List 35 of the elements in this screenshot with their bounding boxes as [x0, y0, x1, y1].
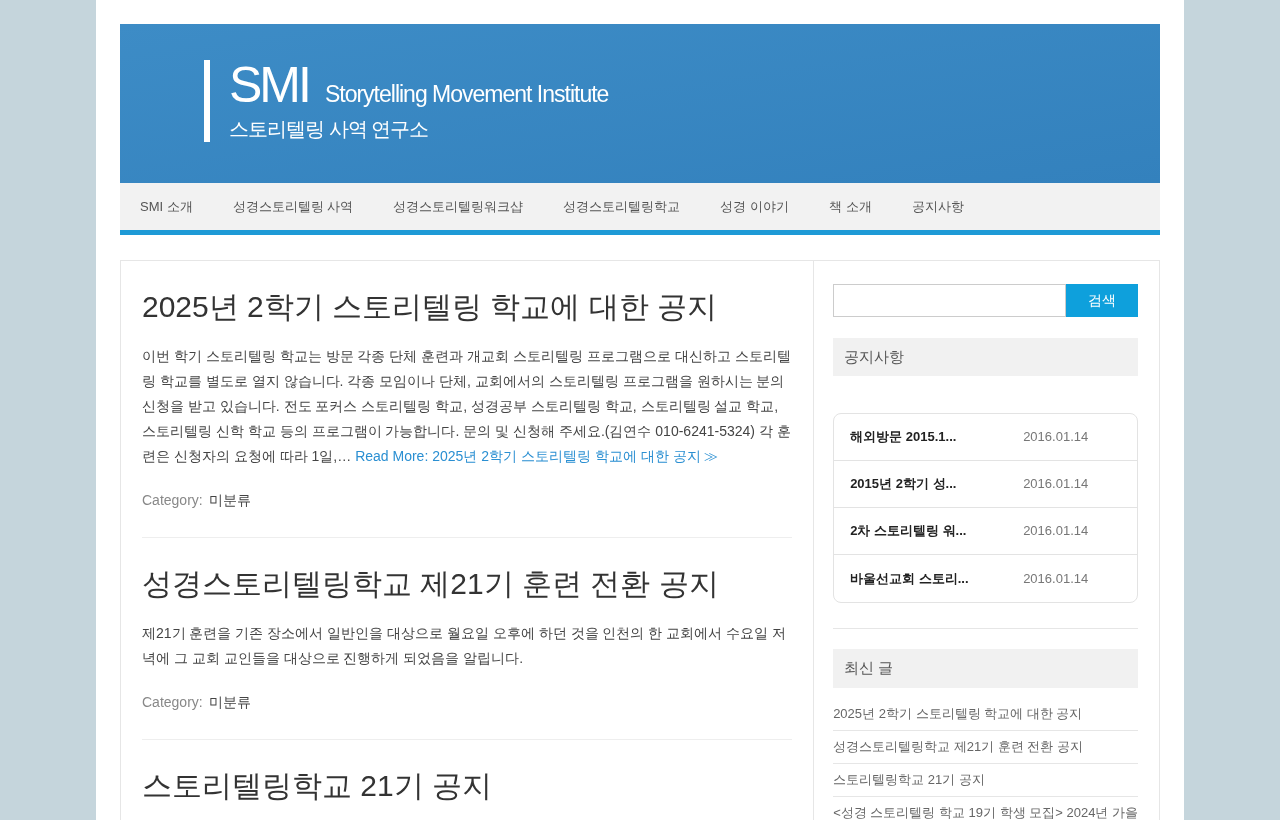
site-logo-text[interactable]: SMI: [229, 60, 309, 110]
widget-heading: 공지사항: [833, 338, 1138, 376]
notice-date: 2016.01.14: [1023, 522, 1089, 541]
nav-link[interactable]: 성경스토리텔링 사역: [212, 196, 374, 217]
category-label: Category:: [142, 491, 203, 510]
post-title[interactable]: 스토리텔링학교 21기 공지: [142, 766, 793, 806]
site-tagline: Storytelling Movement Institute: [324, 83, 609, 106]
widget-heading: 최신 글: [833, 649, 1138, 688]
recent-post-link[interactable]: 성경스토리텔링학교 제21기 훈련 전환 공지: [833, 737, 1084, 757]
notice-link[interactable]: 2차 스토리텔링 워...: [850, 521, 1024, 541]
post-title[interactable]: 성경스토리텔링학교 제21기 훈련 전환 공지: [142, 564, 793, 604]
recent-post-link[interactable]: 2025년 2학기 스토리텔링 학교에 대한 공지: [833, 704, 1083, 724]
post-title[interactable]: 2025년 2학기 스토리텔링 학교에 대한 공지: [142, 287, 793, 327]
nav-link[interactable]: 공지사항: [891, 196, 984, 217]
post-excerpt: 제21기 훈련을 기존 장소에서 일반인을 대상으로 월요일 오후에 하던 것을 인천의 한 교회에서 수요일 저녁에 그 교회 교인들을 대상으로 진행하게 되었음을 알립니다.: [142, 624, 788, 668]
read-more-link[interactable]: Read More: 2025년 2학기 스토리텔링 학교에 대한 공지 ≫: [355, 448, 719, 464]
recent-post-link[interactable]: <성경 스토리텔링 학교 19기 학생 모집> 2024년 가을: [833, 803, 1138, 820]
recent-post-link[interactable]: 스토리텔링학교 21기 공지: [833, 770, 985, 790]
category-label: Category:: [142, 693, 203, 712]
notice-link[interactable]: 바울선교회 스토리...: [850, 568, 1024, 589]
nav-link[interactable]: 성경 이야기: [700, 196, 809, 217]
notice-link[interactable]: 해외방문 2015.1...: [850, 427, 1024, 447]
notice-link[interactable]: 2015년 2학기 성...: [850, 474, 1024, 494]
search-field[interactable]: [833, 284, 1066, 317]
site-subtitle: 스토리텔링 사역 연구소: [229, 117, 430, 141]
nav-link[interactable]: 성경스토리텔링워크샵: [373, 196, 544, 217]
category-link[interactable]: 미분류: [208, 488, 251, 513]
nav-link[interactable]: 성경스토리텔링학교: [543, 196, 701, 217]
post-excerpt: 이번 학기 스토리텔링 학교는 방문 각종 단체 훈련과 개교회 스토리텔링 프로그램으로 대신하고 스토리텔링 학교를 별도로 열지 않습니다. 각종 모임이나 단체, 교회에서의 스토리텔링 프로그램을 원하시는 분의 신청을 받고 있습니다. 전도 포커스 스토리텔링 학교, 성경공부 스토리텔링 학교, 스토리텔링 설교 학교, 스토리텔링 신학 학교 등의 프로그램이 가능합니다. 문의 및 신청해 주세요.(김연수 010-6241-5324) 각 훈련은 신청자의 요청에 따라 1일,… Read More: 2025년 2학기 스토리텔링 학교에 대한 공지 ≫: [142, 347, 792, 466]
notice-date: 2016.01.14: [1023, 569, 1089, 588]
nav-link[interactable]: 책 소개: [809, 196, 892, 217]
category-link[interactable]: 미분류: [208, 690, 251, 715]
nav-link[interactable]: SMI 소개: [120, 196, 213, 217]
notice-date: 2016.01.14: [1023, 428, 1089, 447]
notice-date: 2016.01.14: [1023, 475, 1089, 494]
